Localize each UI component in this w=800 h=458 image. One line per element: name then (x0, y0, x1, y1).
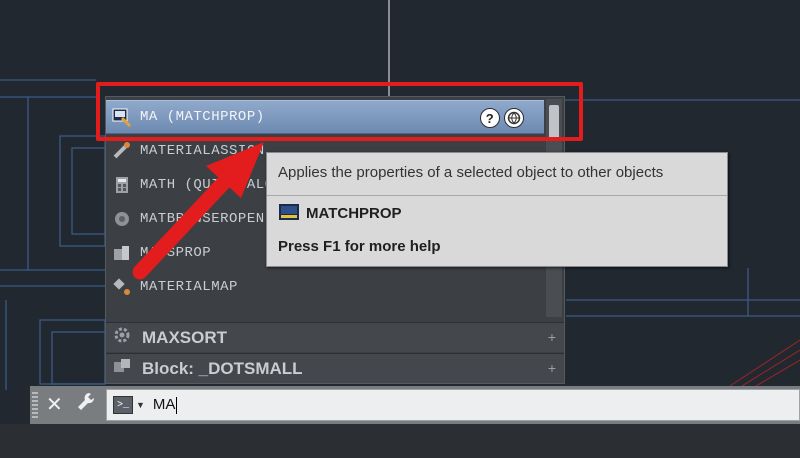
command-prompt-icon[interactable]: >_ (113, 396, 133, 414)
autocomplete-item-label: MATERIALASSIGN (140, 143, 265, 159)
status-strip (0, 424, 800, 458)
close-icon[interactable]: ✕ (46, 392, 63, 417)
massprop-icon (112, 243, 132, 263)
tooltip-command: MATCHPROP (278, 203, 402, 223)
group-label: MAXSORT (142, 327, 227, 347)
autocomplete-item-label: MASSPROP (140, 245, 212, 261)
drag-grip-handle[interactable] (32, 392, 38, 418)
recent-commands-dropdown-icon[interactable]: ▼ (136, 400, 145, 410)
customize-wrench-icon[interactable] (76, 391, 96, 419)
group-label: Block: _DOTSMALL (142, 358, 303, 378)
material-browser-icon (112, 209, 132, 229)
material-assign-icon (112, 141, 132, 161)
calculator-icon (112, 175, 132, 195)
command-input-value: MA (152, 396, 178, 414)
group-maxsort[interactable]: MAXSORT + (106, 322, 564, 352)
autocomplete-item-label: MATERIALMAP (140, 279, 238, 295)
autocomplete-item-label: MATBROWSEROPEN (140, 211, 265, 227)
gear-icon (112, 325, 134, 350)
tooltip-description: Applies the properties of a selected obj… (278, 164, 664, 181)
tooltip-divider (267, 195, 727, 196)
expand-plus-icon[interactable]: + (548, 360, 556, 376)
command-line: ✕ >_ ▼ MA (30, 386, 800, 424)
autocomplete-item-label: MATH (QUICKCALC) (140, 177, 283, 193)
annotation-highlight-box (96, 82, 583, 141)
block-icon (112, 356, 134, 381)
autocomplete-item-materialmap[interactable]: MATERIALMAP (106, 270, 544, 304)
command-input[interactable]: >_ ▼ MA (106, 389, 800, 421)
expand-plus-icon[interactable]: + (548, 329, 556, 345)
matchprop-icon (278, 203, 300, 223)
command-tooltip: Applies the properties of a selected obj… (266, 152, 728, 267)
group-block-dotsmall[interactable]: Block: _DOTSMALL + (106, 353, 564, 383)
tooltip-command-name: MATCHPROP (306, 204, 402, 222)
tooltip-help-hint: Press F1 for more help (278, 238, 441, 255)
material-map-icon (112, 277, 132, 297)
